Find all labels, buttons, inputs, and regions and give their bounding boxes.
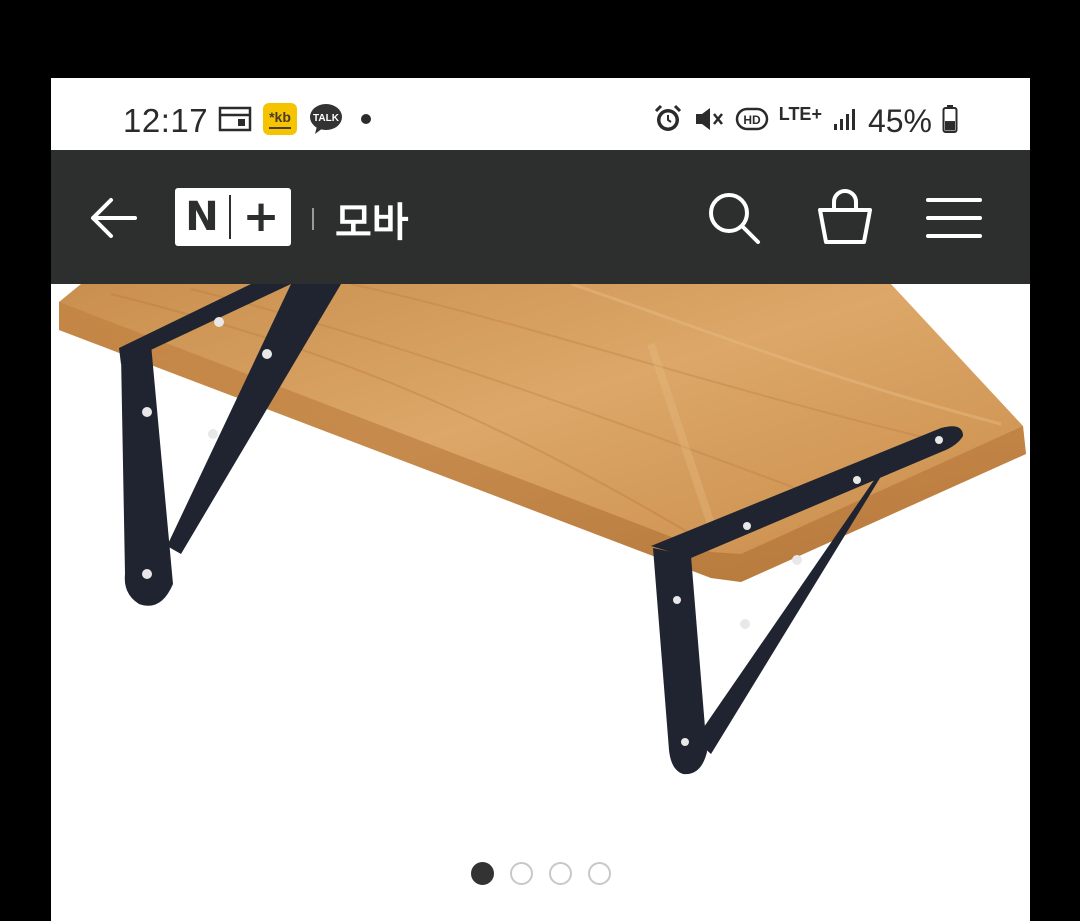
kb-bank-app-icon: *kb [262, 102, 298, 141]
shopping-bag-button[interactable] [815, 186, 875, 248]
status-bar: 12:17 *kb TALK HD LTE+ 45% [51, 78, 1030, 150]
back-button[interactable] [87, 190, 143, 246]
battery-percent: 45% [867, 102, 932, 139]
menu-button[interactable] [925, 190, 983, 246]
svg-text:HD: HD [743, 113, 761, 127]
hamburger-menu-icon [926, 198, 982, 238]
calendar-icon [218, 105, 252, 138]
status-bar-right: HD LTE+ 45% [653, 101, 958, 141]
battery-icon [942, 104, 958, 139]
status-time: 12:17 [123, 102, 209, 139]
carousel-dot[interactable] [509, 861, 533, 885]
phone-screen: 12:17 *kb TALK HD LTE+ 45% N + 모바 [51, 78, 1030, 921]
logo-n: N [185, 194, 219, 240]
carousel-dot[interactable] [470, 861, 494, 885]
kakaotalk-icon: TALK [308, 102, 344, 141]
carousel-pagination [51, 858, 1030, 888]
app-header: N + 모바 [51, 150, 1030, 284]
product-image[interactable] [51, 282, 1030, 844]
carousel-dot[interactable] [587, 861, 611, 885]
search-button[interactable] [704, 188, 764, 248]
naver-plus-logo[interactable]: N + [175, 188, 291, 246]
lte-plus-icon: LTE+ [779, 105, 822, 131]
back-arrow-icon [91, 198, 137, 238]
wall-shelf-image [51, 282, 1030, 844]
svg-text:*kb: *kb [269, 109, 291, 125]
logo-plus: + [242, 191, 280, 242]
shopping-bag-icon [818, 189, 872, 244]
header-separator [312, 208, 314, 230]
signal-icon [832, 106, 858, 137]
carousel-dot[interactable] [548, 861, 572, 885]
page-title: 모바 [335, 200, 409, 246]
hd-icon: HD [735, 105, 769, 138]
status-bar-left: 12:17 *kb TALK [123, 101, 378, 141]
alarm-icon [653, 104, 683, 139]
mute-icon [693, 104, 725, 139]
lte-label: LTE+ [778, 104, 822, 124]
dot-icon [354, 107, 378, 136]
search-icon [709, 193, 760, 244]
svg-text:TALK: TALK [313, 113, 340, 124]
